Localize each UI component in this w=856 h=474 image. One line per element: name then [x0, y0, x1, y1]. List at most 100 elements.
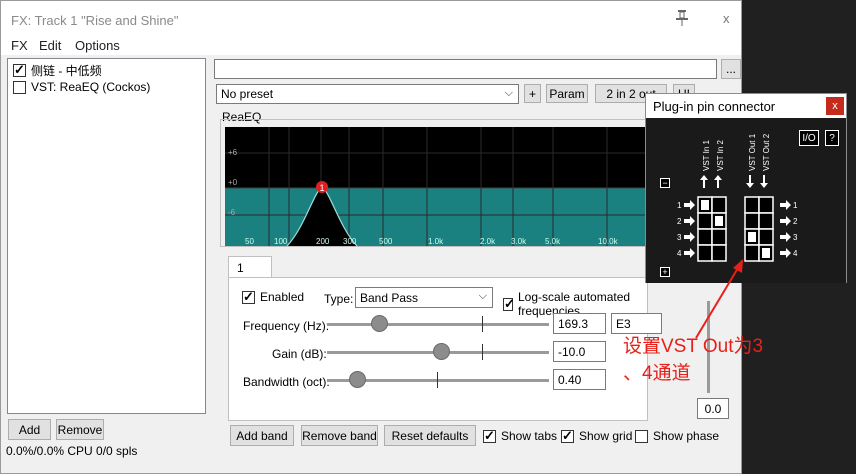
type-select[interactable]: Band Pass ⌵	[355, 287, 493, 308]
show-phase-checkbox[interactable]	[635, 429, 648, 443]
preset-select-value: No preset	[221, 87, 274, 101]
fx-chain-list[interactable]: 侧链 - 中低频 VST: ReaEQ (Cockos)	[7, 58, 206, 414]
frequency-slider[interactable]	[327, 323, 549, 326]
remove-band-button[interactable]: Remove band	[301, 425, 378, 446]
input-row-label: 2	[677, 217, 682, 226]
output-row-label: 2	[793, 217, 798, 226]
show-tabs-label: Show tabs	[501, 429, 558, 443]
freq-label: 1.0k	[428, 237, 444, 246]
output-row-label: 1	[793, 201, 798, 210]
output-gain-input[interactable]: 0.0	[697, 398, 729, 419]
pin-cell[interactable]	[758, 196, 774, 214]
fx-item-sidechain[interactable]: 侧链 - 中低频	[13, 62, 102, 78]
add-preset-button[interactable]: +	[524, 84, 541, 103]
pin-cell[interactable]	[697, 212, 713, 230]
freq-label: 300	[343, 237, 357, 246]
band-tabs: 1 Enabled Type: Band Pass ⌵ Log-scale au…	[228, 256, 662, 421]
input-row-label: 4	[677, 249, 682, 258]
fx-item-reaeq[interactable]: VST: ReaEQ (Cockos)	[13, 79, 150, 95]
gain-input[interactable]: -10.0	[553, 341, 606, 362]
title-bar: FX: Track 1 "Rise and Shine" x	[1, 1, 741, 35]
preset-select[interactable]: No preset ⌵	[216, 84, 519, 104]
fx-enable-checkbox[interactable]	[13, 80, 26, 94]
pin-connection-mark	[701, 200, 709, 210]
param-button[interactable]: Param	[546, 84, 588, 103]
pin-cell[interactable]	[711, 196, 727, 214]
note-input[interactable]: E3	[611, 313, 662, 334]
pin-cell[interactable]	[758, 212, 774, 230]
arrow-down-icon	[760, 175, 768, 188]
output-row-label: 3	[793, 233, 798, 242]
annotation-text: 设置VST Out为3 、4通道	[623, 333, 793, 387]
freq-label: 50	[245, 237, 254, 246]
enabled-checkbox[interactable]	[242, 289, 255, 305]
input-pin-matrix[interactable]	[697, 196, 727, 262]
show-grid-row[interactable]: Show grid	[561, 428, 632, 444]
pin-connection-mark	[715, 216, 723, 226]
freq-label: 3.0k	[511, 237, 527, 246]
chevron-down-icon: ⌵	[504, 87, 513, 99]
gain-default-tick	[482, 344, 483, 360]
preset-name-input[interactable]	[214, 59, 717, 79]
bandwidth-slider-knob[interactable]	[349, 371, 366, 388]
freq-label: 10.0k	[598, 237, 619, 246]
fx-enable-checkbox[interactable]	[13, 62, 26, 78]
pin-cell[interactable]	[697, 228, 713, 246]
log-scale-checkbox[interactable]	[503, 296, 515, 312]
bandwidth-input[interactable]: 0.40	[553, 369, 606, 390]
add-band-button[interactable]: Add band	[230, 425, 294, 446]
bandwidth-default-tick	[437, 372, 438, 388]
bandwidth-label: Bandwidth (oct):	[243, 375, 330, 389]
eq-band-marker-label: 1	[319, 183, 324, 193]
arrow-down-icon	[746, 175, 754, 188]
pin-cell[interactable]	[744, 212, 760, 230]
freq-label: 200	[316, 237, 330, 246]
output-row-label: 4	[793, 249, 798, 258]
arrow-up-icon	[714, 175, 722, 188]
db-label: +0	[228, 178, 238, 187]
pin-icon[interactable]	[675, 9, 691, 27]
input-row-label: 1	[677, 201, 682, 210]
pin-cell[interactable]	[744, 196, 760, 214]
frequency-slider-knob[interactable]	[371, 315, 388, 332]
enabled-checkbox-row[interactable]: Enabled	[242, 289, 304, 305]
eq-curve-svg: 1 +6 +0 -6 50 100 200 300 500 1.0k 2.0k …	[225, 127, 645, 247]
pin-cell[interactable]	[697, 244, 713, 262]
pin-connection-mark	[762, 248, 770, 258]
freq-label: 2.0k	[480, 237, 496, 246]
output-pin-label: VST Out 1	[748, 133, 757, 171]
show-tabs-row[interactable]: Show tabs	[483, 428, 558, 444]
pin-cell[interactable]	[744, 244, 760, 262]
input-pin-label: VST In 1	[702, 139, 711, 171]
pin-matrix-svg: VST In 1 VST In 2 VST Out 1 VST Out 2 1 …	[677, 133, 798, 262]
arrow-up-icon	[700, 175, 708, 188]
show-phase-row[interactable]: Show phase	[635, 429, 719, 443]
menu-bar: FX Edit Options	[1, 35, 741, 55]
output-pin-matrix[interactable]	[744, 196, 774, 262]
show-tabs-checkbox[interactable]	[483, 428, 496, 444]
pin-cell[interactable]	[711, 228, 727, 246]
menu-options[interactable]: Options	[75, 38, 120, 53]
tab-band-1[interactable]: 1	[228, 256, 272, 278]
close-button[interactable]: x	[723, 11, 730, 26]
menu-fx[interactable]: FX	[11, 38, 28, 53]
eq-graph[interactable]: 1 +6 +0 -6 50 100 200 300 500 1.0k 2.0k …	[225, 127, 645, 247]
pin-cell[interactable]	[711, 244, 727, 262]
freq-label: 100	[274, 237, 288, 246]
remove-fx-button[interactable]: Remove	[56, 419, 104, 440]
gain-slider-knob[interactable]	[433, 343, 450, 360]
db-label: -6	[228, 208, 236, 217]
add-fx-button[interactable]: Add	[8, 419, 51, 440]
reset-defaults-button[interactable]: Reset defaults	[384, 425, 476, 446]
band-panel: Enabled Type: Band Pass ⌵ Log-scale auto…	[228, 277, 662, 421]
frequency-default-tick	[482, 316, 483, 332]
menu-edit[interactable]: Edit	[39, 38, 61, 53]
frequency-input[interactable]: 169.3	[553, 313, 606, 334]
pin-cell[interactable]	[758, 228, 774, 246]
type-label: Type:	[324, 292, 354, 306]
show-grid-checkbox[interactable]	[561, 428, 574, 444]
pin-connector-close-button[interactable]: x	[826, 97, 844, 115]
preset-menu-button[interactable]: ...	[721, 59, 741, 79]
input-row-label: 3	[677, 233, 682, 242]
pin-connector-body: I/O ? − + VST In 1 VST In 2 VST Out 1 VS…	[646, 118, 846, 283]
